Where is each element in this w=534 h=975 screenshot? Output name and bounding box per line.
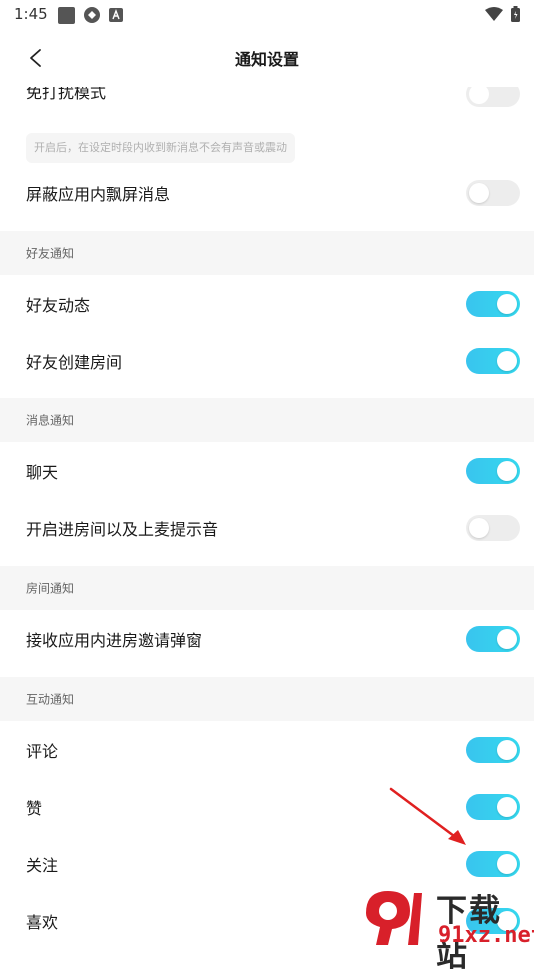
red-arrow-annotation-icon [389, 787, 466, 845]
row-label: 屏蔽应用内飘屏消息 [26, 185, 171, 204]
nav-bar-overlay: 通知设置 [0, 30, 534, 86]
row-label: 关注 [26, 856, 59, 875]
row-chat[interactable]: 聊天 [0, 443, 534, 499]
block-float-toggle[interactable] [466, 180, 520, 206]
row-friend-activity[interactable]: 好友动态 [0, 276, 534, 332]
notification-square-icon [58, 6, 75, 24]
battery-icon [511, 6, 520, 22]
room-invite-toggle[interactable] [466, 626, 520, 652]
section-friends: 好友通知 [0, 231, 534, 275]
section-messages: 消息通知 [0, 398, 534, 442]
row-block-float-messages[interactable]: 屏蔽应用内飘屏消息 [0, 165, 534, 221]
row-label: 评论 [26, 742, 59, 761]
status-time: 1:45 [14, 5, 48, 23]
section-room: 房间通知 [0, 566, 534, 610]
row-friend-create-room[interactable]: 好友创建房间 [0, 333, 534, 389]
do-not-disturb-label: 免打扰模式 [26, 87, 107, 102]
chat-toggle[interactable] [466, 458, 520, 484]
do-not-disturb-switch[interactable] [466, 87, 520, 107]
row-label: 赞 [26, 799, 43, 818]
row-label: 喜欢 [26, 913, 59, 932]
section-title: 消息通知 [26, 413, 75, 428]
row-label: 好友创建房间 [26, 353, 123, 372]
status-bar: 1:45 [0, 0, 534, 30]
row-room-invite[interactable]: 接收应用内进房邀请弹窗 [0, 611, 534, 667]
page-title-text: 通知设置 [234, 50, 299, 69]
friend-room-toggle[interactable] [466, 348, 520, 374]
like-toggle[interactable] [466, 794, 520, 820]
row-label: 好友动态 [26, 296, 91, 315]
watermark-logo-icon [366, 891, 422, 945]
room-sound-toggle[interactable] [466, 515, 520, 541]
font-a-icon [109, 8, 123, 22]
comment-toggle[interactable] [466, 737, 520, 763]
friend-activity-toggle[interactable] [466, 291, 520, 317]
watermark: 下载站 91xz.net [358, 883, 534, 974]
row-label: 聊天 [26, 463, 59, 482]
section-title: 互动通知 [26, 692, 75, 707]
follow-toggle[interactable] [466, 851, 520, 877]
row-label: 接收应用内进房邀请弹窗 [26, 631, 203, 650]
app-notification-icon [84, 7, 100, 23]
row-room-sound[interactable]: 开启进房间以及上麦提示音 [0, 500, 534, 556]
watermark-url-text: 91xz.net [438, 923, 534, 948]
section-interaction: 互动通知 [0, 677, 534, 721]
section-title: 房间通知 [26, 581, 75, 596]
dnd-hint-text: 开启后，在设定时段内收到新消息不会有声音或震动 [26, 133, 295, 163]
row-label: 开启进房间以及上麦提示音 [26, 520, 219, 539]
row-comment[interactable]: 评论 [0, 722, 534, 778]
wifi-icon [485, 7, 503, 21]
section-title: 好友通知 [26, 246, 75, 261]
